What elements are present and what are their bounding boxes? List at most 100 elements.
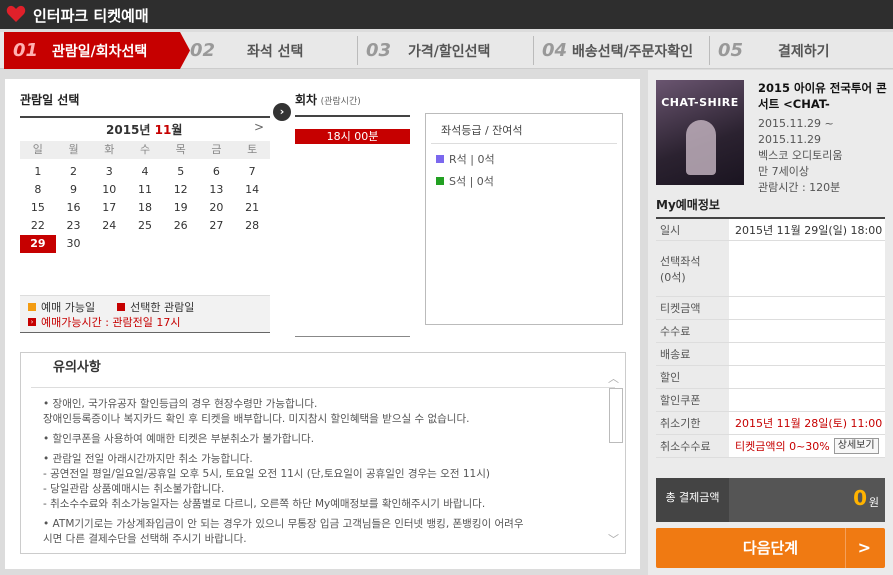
calendar-day[interactable]: 25 xyxy=(127,217,163,235)
calendar-year: 2015 xyxy=(106,123,140,137)
calendar-day[interactable]: 29 xyxy=(20,235,56,253)
calendar-day[interactable]: 7 xyxy=(234,163,270,181)
step-1-label: 관람일/회차선택 xyxy=(52,43,148,60)
calendar-day[interactable]: 15 xyxy=(20,199,56,217)
step-3[interactable]: 03 가격/할인선택 xyxy=(366,32,531,69)
weekday-label: 월 xyxy=(68,143,79,156)
legend-selected: 선택한 관람일 xyxy=(130,300,195,314)
show-age: 만 7세이상 xyxy=(758,165,809,178)
my-booking-value-cell xyxy=(729,389,885,411)
step-4-num: 04 xyxy=(542,40,568,61)
step-4[interactable]: 04 배송선택/주문자확인 xyxy=(542,32,707,69)
step-2[interactable]: 02 좌석 선택 xyxy=(190,32,355,69)
my-booking-value-cell xyxy=(729,343,885,365)
calendar-year-suffix: 년 xyxy=(139,123,151,137)
calendar-day[interactable]: 23 xyxy=(56,217,92,235)
main-panel: 관람일 선택 2015년 11월 > 일월화수목금토 1 2 3 4 5 6 7 8 9 10 11… xyxy=(5,79,640,569)
step-5[interactable]: 05 결제하기 xyxy=(718,32,883,69)
calendar-title: 관람일 선택 xyxy=(20,93,80,107)
calendar-day[interactable]: 6 xyxy=(199,163,235,181)
calendar-day[interactable]: 11 xyxy=(127,181,163,199)
my-booking-key: 할인쿠폰 xyxy=(656,389,729,411)
my-booking-value: 2015년 11월 29일(일) 18:00 xyxy=(735,223,883,237)
calendar-day[interactable]: 13 xyxy=(199,181,235,199)
arrow-right-icon: › xyxy=(273,103,291,121)
calendar-day[interactable]: 26 xyxy=(163,217,199,235)
total-label: 총 결제금액 xyxy=(656,478,729,522)
calendar-day[interactable]: 12 xyxy=(163,181,199,199)
next-month-button[interactable]: > xyxy=(254,120,264,134)
my-booking-value-cell: 2015년 11월 28일(토) 11:00 xyxy=(729,412,885,434)
seat-color-icon xyxy=(436,155,444,163)
calendar-day[interactable]: 21 xyxy=(234,199,270,217)
calendar-day[interactable]: 3 xyxy=(91,163,127,181)
my-booking-row: 취소기한 2015년 11월 28일(토) 11:00 xyxy=(656,412,885,435)
round-slot-button[interactable]: 18시 00분 xyxy=(295,129,410,144)
seat-grade-label: R석 | 0석 xyxy=(449,153,495,166)
next-step-label: 다음단계 xyxy=(742,539,799,557)
calendar-legend: 예매 가능일 선택한 관람일 › 예매가능시간 : 관람전일 17시 xyxy=(20,295,270,333)
calendar-month-suffix: 월 xyxy=(171,123,183,137)
weekday-header: 일월화수목금토 xyxy=(20,141,270,159)
scroll-down-icon[interactable]: ﹀ xyxy=(608,531,619,547)
step-divider xyxy=(357,36,358,65)
calendar-day[interactable]: 5 xyxy=(163,163,199,181)
show-period: 2015.11.29 ~ 2015.11.29 xyxy=(758,117,834,146)
total-unit: 원 xyxy=(868,496,879,509)
calendar-day[interactable]: 10 xyxy=(91,181,127,199)
seat-grade-item: S석 | 0석 xyxy=(426,172,622,192)
my-booking-row: 취소수수료 티켓금액의 0~30% 상세보기 xyxy=(656,435,885,458)
my-booking-key: 할인 xyxy=(656,366,729,388)
step-5-label: 결제하기 xyxy=(778,43,830,60)
scrollbar-thumb[interactable] xyxy=(609,388,623,443)
my-booking-row: 할인쿠폰 xyxy=(656,389,885,412)
calendar-day[interactable]: 30 xyxy=(56,235,92,253)
scroll-up-icon[interactable]: ︿ xyxy=(608,370,619,386)
calendar-day[interactable]: 2 xyxy=(56,163,92,181)
detail-view-button[interactable]: 상세보기 xyxy=(833,438,879,454)
calendar-day[interactable]: 16 xyxy=(56,199,92,217)
my-booking-value-cell xyxy=(729,320,885,342)
notice-body: • 장애인, 국가유공자 할인등급의 경우 현장수령만 가능합니다. 장애인등록… xyxy=(43,397,603,552)
calendar-day[interactable]: 24 xyxy=(91,217,127,235)
total-value: 0 xyxy=(853,486,867,510)
calendar-day[interactable]: 17 xyxy=(91,199,127,217)
round-title: 회차 xyxy=(295,93,318,107)
heart-logo-icon xyxy=(6,5,26,22)
my-booking-row: 배송료 xyxy=(656,343,885,366)
my-booking-value-cell xyxy=(729,366,885,388)
arrow-bullet-icon: › xyxy=(28,317,36,326)
step-nav: 01 관람일/회차선택 02 좌석 선택 03 가격/할인선택 04 배송선택/… xyxy=(0,32,893,69)
step-divider xyxy=(533,36,534,65)
notice-box: 유의사항 • 장애인, 국가유공자 할인등급의 경우 현장수령만 가능합니다. … xyxy=(20,352,626,554)
my-booking-value-cell: 2015년 11월 29일(일) 18:00 xyxy=(729,219,885,240)
calendar-day[interactable]: 1 xyxy=(20,163,56,181)
weekday-label: 목 xyxy=(175,143,186,156)
show-runtime: 관람시간 : 120분 xyxy=(758,181,841,194)
show-name: 2015 아이유 전국투어 콘서트 <CHAT- xyxy=(758,81,887,111)
calendar-day[interactable]: 27 xyxy=(199,217,235,235)
calendar-day[interactable]: 9 xyxy=(56,181,92,199)
top-bar: 인터파크 티켓예매 xyxy=(0,0,893,29)
calendar-day[interactable]: 18 xyxy=(127,199,163,217)
weekday-label: 일 xyxy=(32,143,43,156)
my-booking-key: 배송료 xyxy=(656,343,729,365)
calendar-day[interactable]: 22 xyxy=(20,217,56,235)
calendar-day[interactable]: 4 xyxy=(127,163,163,181)
my-booking-value-cell: 티켓금액의 0~30% 상세보기 xyxy=(729,435,885,457)
seat-grade-title: 좌석등급 / 잔여석 xyxy=(431,114,617,144)
calendar-day[interactable]: 8 xyxy=(20,181,56,199)
calendar-day[interactable]: 28 xyxy=(234,217,270,235)
my-booking-value-cell xyxy=(729,241,885,296)
calendar-section: 관람일 선택 2015년 11월 > 일월화수목금토 1 2 3 4 5 6 7 8 9 10 11… xyxy=(20,91,270,333)
my-booking-value: 2015년 11월 28일(토) 11:00 xyxy=(735,417,883,430)
seat-grade-box: 좌석등급 / 잔여석 R석 | 0석 S석 | 0석 xyxy=(425,113,623,325)
my-booking-row: 티켓금액 xyxy=(656,297,885,320)
calendar-day[interactable]: 20 xyxy=(199,199,235,217)
notice-item: • 장애인, 국가유공자 할인등급의 경우 현장수령만 가능합니다. 장애인등록… xyxy=(43,398,470,425)
calendar-day[interactable]: 14 xyxy=(234,181,270,199)
step-1[interactable]: 01 관람일/회차선택 xyxy=(4,32,180,69)
calendar-day[interactable]: 19 xyxy=(163,199,199,217)
next-step-button[interactable]: 다음단계 > xyxy=(656,528,885,568)
notice-item: • 할인쿠폰을 사용하여 예매한 티켓은 부분취소가 불가합니다. xyxy=(43,433,315,445)
